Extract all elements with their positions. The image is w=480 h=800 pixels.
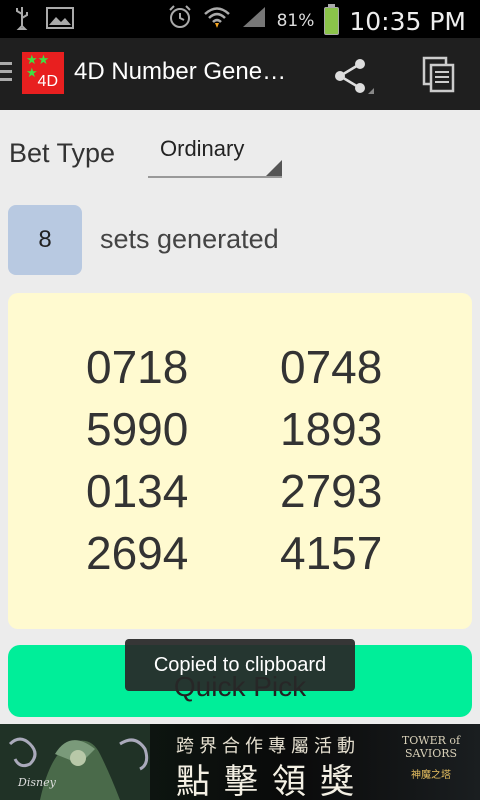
generated-number: 1893 <box>280 403 383 455</box>
status-bar: 81% 10:35 PM <box>0 0 480 38</box>
generated-number: 2793 <box>280 465 383 517</box>
image-icon <box>46 7 74 37</box>
action-bar: ★★ ★ 4D 4D Number Gene… <box>0 38 480 110</box>
share-button[interactable] <box>330 54 374 98</box>
clock: 10:35 PM <box>349 6 466 36</box>
generated-number: 5990 <box>86 403 189 455</box>
toast: Copied to clipboard <box>125 639 355 691</box>
ad-brand: Disney <box>18 776 56 789</box>
app-title: 4D Number Gene… <box>74 58 287 85</box>
app-icon[interactable]: ★★ ★ 4D <box>22 52 64 94</box>
dropdown-arrow-icon <box>266 160 282 176</box>
bet-type-spinner[interactable]: Ordinary <box>148 132 282 178</box>
copy-button[interactable] <box>418 54 460 96</box>
app-icon-label: 4D <box>37 73 58 90</box>
drawer-icon[interactable] <box>0 62 12 84</box>
generated-number: 0718 <box>86 341 189 393</box>
results-panel: 0718 0748 5990 1893 0134 2793 2694 4157 <box>8 293 472 629</box>
wifi-icon <box>203 5 231 37</box>
generated-number: 2694 <box>86 527 189 579</box>
ad-banner[interactable]: Disney 跨界合作專屬活動 點擊領獎 TOWER of SAVIORS 神魔… <box>0 724 480 800</box>
battery-percent: 81% <box>276 11 315 31</box>
sets-generated-label: sets generated <box>100 224 279 254</box>
bet-type-value: Ordinary <box>160 136 245 161</box>
battery-icon <box>324 4 340 35</box>
copy-icon <box>422 56 455 93</box>
ad-logo-title: TOWER of SAVIORS <box>401 734 461 760</box>
generated-number: 4157 <box>280 527 383 579</box>
number-grid: 0718 0748 5990 1893 0134 2793 2694 4157 <box>86 338 400 582</box>
bet-type-label: Bet Type <box>9 138 116 168</box>
generated-number: 0134 <box>86 465 189 517</box>
ad-logo: TOWER of SAVIORS 神魔之塔 <box>386 732 476 792</box>
signal-icon <box>241 5 267 37</box>
ad-call-to-action: 點擊領獎 <box>176 762 368 800</box>
usb-icon <box>14 6 30 38</box>
sets-count-field[interactable]: 8 <box>8 205 82 275</box>
share-icon <box>335 59 374 94</box>
ad-logo-subtitle: 神魔之塔 <box>411 770 451 781</box>
alarm-icon <box>167 4 193 38</box>
generated-number: 0748 <box>280 341 383 393</box>
